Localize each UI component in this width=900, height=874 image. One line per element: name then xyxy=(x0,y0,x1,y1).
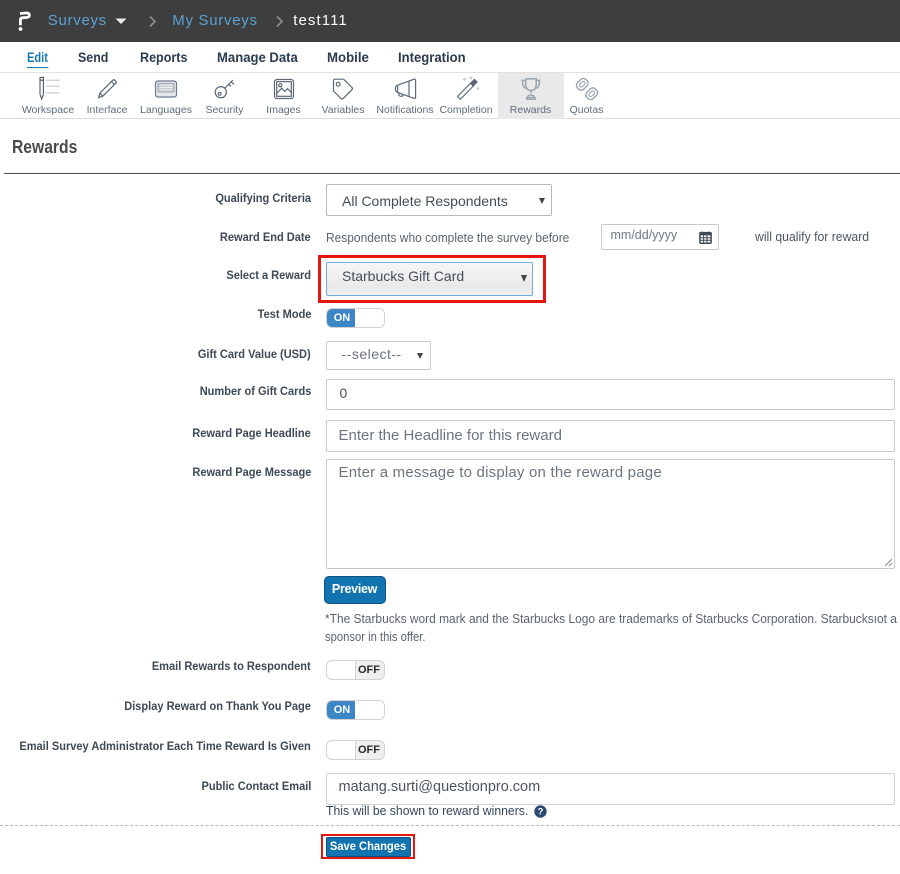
svg-text:?: ? xyxy=(537,806,543,817)
